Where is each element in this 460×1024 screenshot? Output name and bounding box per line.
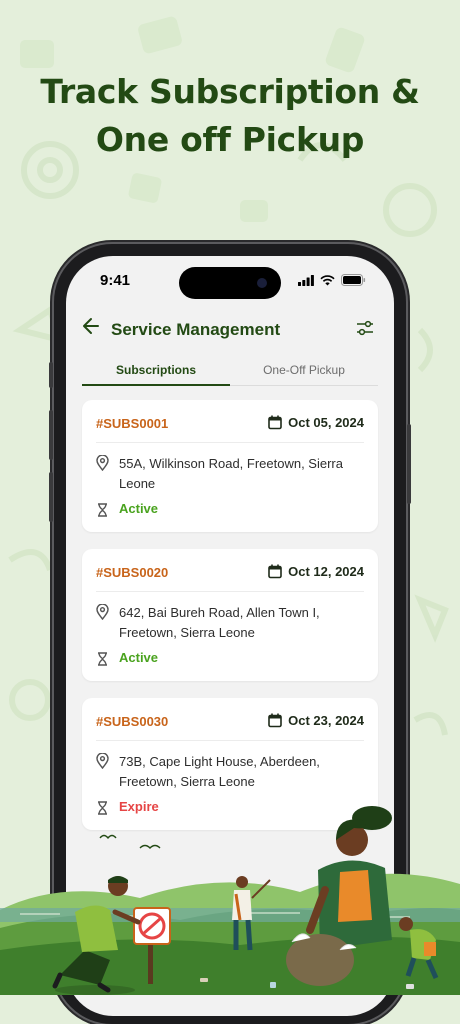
subscription-card[interactable]: #SUBS0001 Oct 05, 2024 55A, Wilkinson Ro… <box>82 400 378 532</box>
subscription-status: Active <box>119 501 159 516</box>
calendar-icon <box>268 415 282 430</box>
headline: Track Subscription & One off Pickup <box>0 68 460 164</box>
hourglass-icon <box>98 801 107 815</box>
phone-volume-down-button <box>49 472 53 522</box>
phone-frame: 9:41 Service Management Subscriptions On… <box>49 244 411 1024</box>
subscription-id: #SUBS0030 <box>96 714 169 729</box>
location-pin-icon <box>96 455 109 471</box>
status-icons <box>298 274 366 286</box>
hourglass-icon <box>98 652 107 666</box>
subscription-card[interactable]: #SUBS0030 Oct 23, 2024 73B, Cape Light H… <box>82 698 378 830</box>
subscription-date: Oct 12, 2024 <box>268 564 364 579</box>
phone-power-button <box>407 424 411 504</box>
card-divider <box>96 442 364 443</box>
signal-icon <box>298 274 314 286</box>
battery-icon <box>341 274 366 286</box>
subscription-status: Active <box>119 650 159 665</box>
subscription-date: Oct 23, 2024 <box>268 713 364 728</box>
subscription-id: #SUBS0001 <box>96 416 169 431</box>
subscription-card[interactable]: #SUBS0020 Oct 12, 2024 642, Bai Bureh Ro… <box>82 549 378 681</box>
subscription-date: Oct 05, 2024 <box>268 415 364 430</box>
headline-line-2: One off Pickup <box>95 120 365 159</box>
phone-side-button <box>49 362 53 388</box>
subscription-status: Expire <box>119 799 159 814</box>
subscription-address: 55A, Wilkinson Road, Freetown, Sierra Le… <box>119 456 343 491</box>
phone-volume-up-button <box>49 410 53 460</box>
tab-bar: Subscriptions One-Off Pickup <box>82 356 378 386</box>
subscription-address: 73B, Cape Light House, Aberdeen, Freetow… <box>119 754 320 789</box>
calendar-icon <box>268 564 282 579</box>
subscription-id: #SUBS0020 <box>96 565 169 580</box>
tab-subscriptions[interactable]: Subscriptions <box>82 356 230 386</box>
card-divider <box>96 740 364 741</box>
hourglass-icon <box>98 503 107 517</box>
filter-icon[interactable] <box>356 319 374 337</box>
app-screen: 9:41 Service Management Subscriptions On… <box>66 256 394 1016</box>
back-arrow-icon[interactable] <box>82 316 100 336</box>
tab-one-off-pickup[interactable]: One-Off Pickup <box>230 356 378 386</box>
wifi-icon <box>320 274 335 285</box>
card-divider <box>96 591 364 592</box>
subscription-address: 642, Bai Bureh Road, Allen Town I, Freet… <box>119 605 320 640</box>
dynamic-island <box>179 267 281 299</box>
status-time: 9:41 <box>100 272 131 289</box>
app-bar: Service Management <box>66 306 394 350</box>
headline-line-1: Track Subscription & <box>40 72 420 111</box>
calendar-icon <box>268 713 282 728</box>
page-title: Service Management <box>111 320 281 339</box>
location-pin-icon <box>96 604 109 620</box>
location-pin-icon <box>96 753 109 769</box>
